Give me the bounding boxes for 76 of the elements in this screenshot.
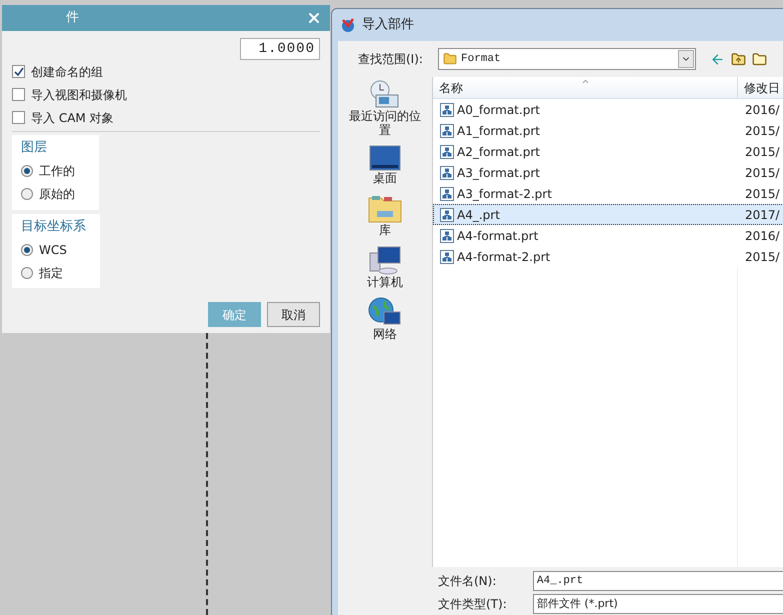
file-name: A4-format-2.prt bbox=[457, 248, 550, 266]
scale-field[interactable]: 1.0000 bbox=[240, 38, 320, 60]
modified-date: 2016/ bbox=[744, 228, 780, 244]
file-row[interactable]: A0_format.prt 2016/ bbox=[433, 99, 783, 120]
radio-option[interactable]: WCS bbox=[21, 238, 86, 261]
file-row[interactable]: A4_.prt 2017/ bbox=[433, 204, 783, 225]
look-in-label: 查找范围(I): bbox=[358, 51, 424, 68]
part-file-icon bbox=[440, 166, 454, 180]
computer-icon bbox=[368, 245, 402, 275]
checkbox[interactable] bbox=[12, 65, 25, 78]
radio-button[interactable] bbox=[21, 165, 33, 177]
group-title: 图层 bbox=[21, 139, 48, 157]
column-header[interactable]: 名称 bbox=[433, 77, 738, 98]
place-item[interactable]: 计算机 bbox=[345, 245, 425, 289]
part-file-icon bbox=[440, 228, 454, 242]
checkbox[interactable] bbox=[12, 88, 25, 101]
part-file-icon bbox=[440, 102, 454, 116]
window-title: 件 bbox=[65, 9, 79, 28]
new-folder-icon[interactable] bbox=[752, 52, 767, 66]
network-globe-icon bbox=[368, 297, 402, 327]
modified-date: 2015/ bbox=[744, 164, 780, 182]
radio-button[interactable] bbox=[21, 188, 33, 200]
radio-option[interactable]: 原始的 bbox=[21, 182, 85, 206]
app-logo-icon bbox=[340, 17, 356, 33]
file-name-field[interactable]: A4_.prt bbox=[532, 571, 783, 591]
look-in-dropdown[interactable]: Format bbox=[438, 48, 696, 70]
place-item[interactable]: 最近访问的位置 bbox=[345, 79, 425, 137]
file-name: A3_format.prt bbox=[457, 164, 540, 182]
file-type-label: 文件类型(T): bbox=[438, 596, 508, 613]
file-name: A4-format.prt bbox=[457, 228, 538, 244]
radio-button[interactable] bbox=[21, 244, 33, 256]
checkbox-option[interactable]: 导入视图和摄像机 bbox=[12, 83, 320, 106]
modified-date: 2017/ bbox=[744, 206, 780, 224]
folder-icon bbox=[443, 52, 457, 66]
part-file-icon bbox=[440, 124, 454, 138]
part-file-icon bbox=[440, 208, 454, 222]
library-folder-icon bbox=[368, 193, 402, 223]
file-row[interactable]: A4-format.prt 2016/ bbox=[433, 225, 783, 246]
file-type-dropdown[interactable]: 部件文件 (*.prt) bbox=[532, 594, 783, 614]
group-title: 目标坐标系 bbox=[21, 218, 86, 236]
checkbox-option[interactable]: 创建命名的组 bbox=[12, 60, 320, 83]
modified-date: 2016/ bbox=[744, 102, 780, 118]
modified-date: 2015/ bbox=[744, 248, 780, 266]
close-icon[interactable] bbox=[306, 10, 322, 26]
file-row[interactable]: A3_format-2.prt 2015/ bbox=[433, 183, 783, 204]
place-item[interactable]: 网络 bbox=[345, 297, 425, 341]
place-item[interactable]: 库 bbox=[345, 193, 425, 237]
column-header[interactable]: 修改日 bbox=[738, 77, 783, 98]
modified-date: 2015/ bbox=[744, 186, 780, 202]
part-file-icon bbox=[440, 186, 454, 200]
sort-icon bbox=[581, 77, 590, 86]
window-title: 导入部件 bbox=[362, 16, 414, 34]
modified-date: 2015/ bbox=[744, 144, 780, 160]
part-file-icon bbox=[440, 250, 454, 264]
file-row[interactable]: A4-format-2.prt 2015/ bbox=[433, 246, 783, 267]
up-folder-icon[interactable] bbox=[731, 52, 746, 66]
file-row[interactable]: A1_format.prt 2015/ bbox=[433, 120, 783, 141]
place-item[interactable]: 桌面 bbox=[345, 145, 425, 185]
back-icon[interactable] bbox=[710, 52, 725, 66]
part-file-icon bbox=[440, 144, 454, 158]
dialog-button[interactable]: 取消 bbox=[267, 302, 320, 327]
radio-button[interactable] bbox=[21, 266, 33, 278]
radio-option[interactable]: 指定 bbox=[21, 261, 86, 284]
desktop-icon bbox=[369, 145, 401, 171]
file-name: A0_format.prt bbox=[457, 102, 540, 118]
file-name-label: 文件名(N): bbox=[438, 573, 498, 590]
radio-option[interactable]: 工作的 bbox=[21, 160, 85, 182]
file-name: A4_.prt bbox=[457, 206, 500, 224]
modified-date: 2015/ bbox=[744, 122, 780, 140]
file-row[interactable]: A2_format.prt 2015/ bbox=[433, 141, 783, 162]
file-name: A2_format.prt bbox=[457, 144, 540, 160]
file-name: A1_format.prt bbox=[457, 122, 540, 140]
file-row[interactable]: A3_format.prt 2015/ bbox=[433, 162, 783, 183]
file-name: A3_format-2.prt bbox=[457, 186, 552, 202]
checkbox-option[interactable]: 导入 CAM 对象 bbox=[12, 106, 320, 129]
checkbox[interactable] bbox=[12, 111, 25, 124]
